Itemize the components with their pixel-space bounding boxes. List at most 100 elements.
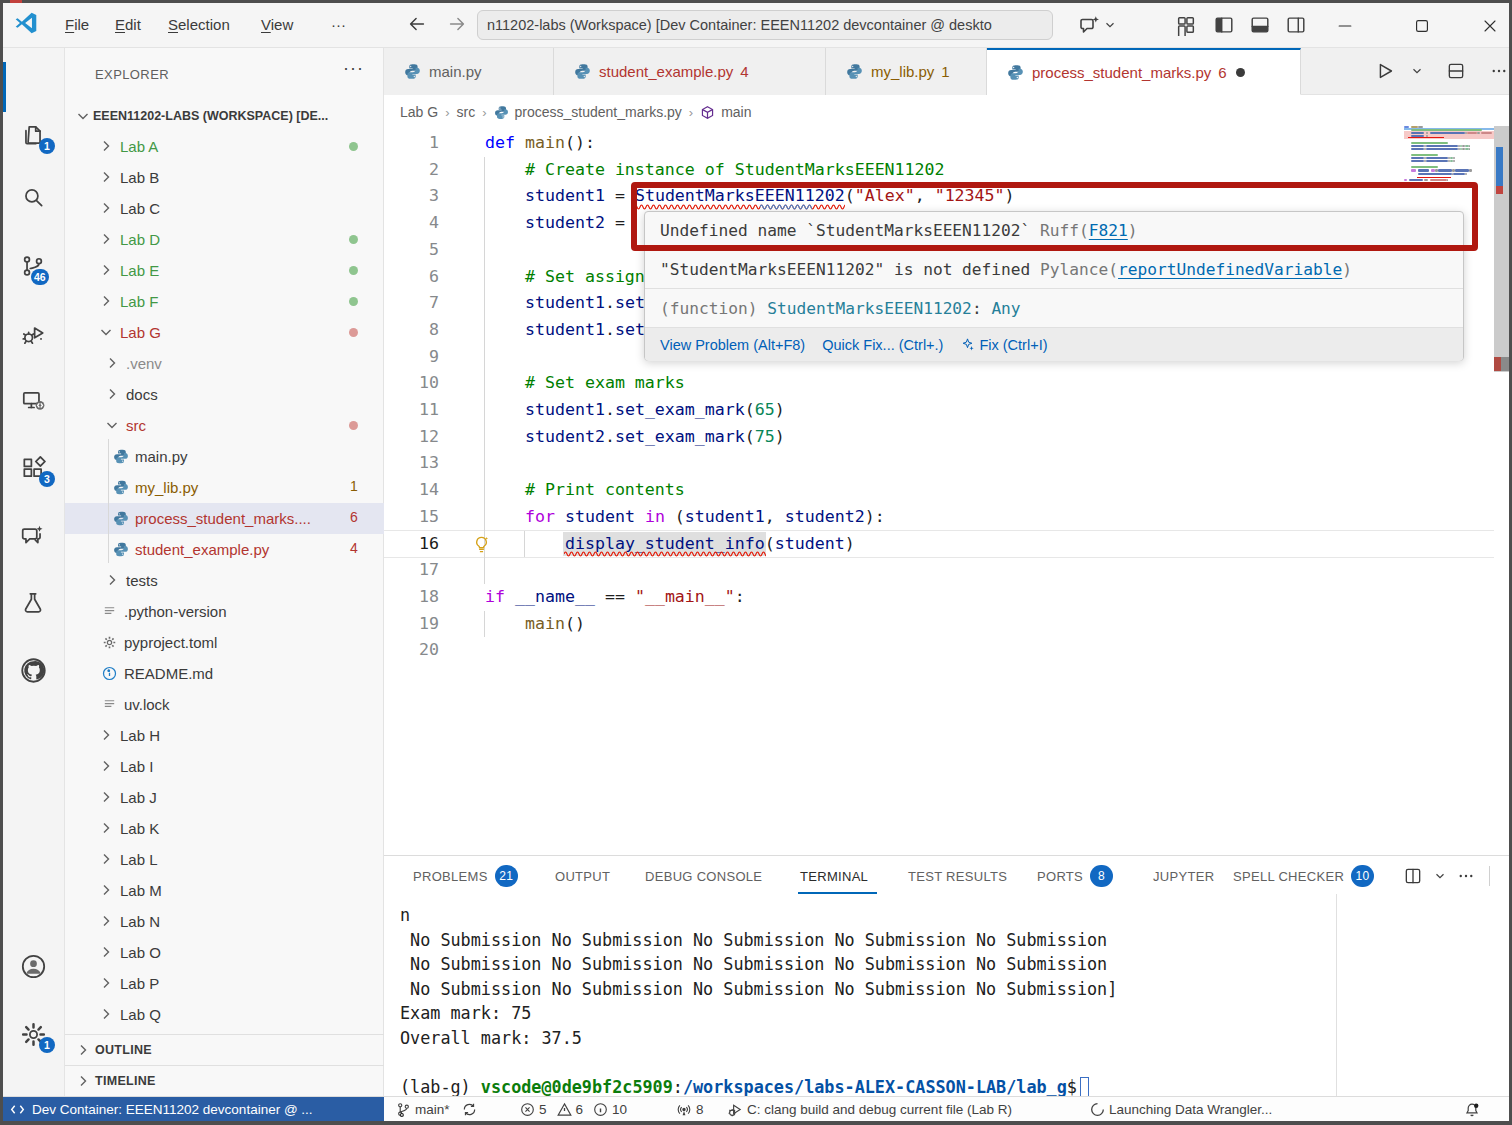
editor-more-actions-icon[interactable] — [1490, 62, 1508, 80]
tree-item-lab-p[interactable]: Lab P — [65, 968, 384, 999]
panel-chevron-icon[interactable] — [1433, 869, 1447, 883]
tab-process_student_marks-py[interactable]: process_student_marks.py6 — [987, 48, 1301, 95]
problem-badge: 6 — [346, 509, 362, 525]
section-timeline[interactable]: TIMELINE — [65, 1065, 384, 1096]
tree-item-lab-l[interactable]: Lab L — [65, 844, 384, 875]
tree-item--python-version[interactable]: .python-version — [65, 596, 384, 627]
tree-item-lab-c[interactable]: Lab C — [65, 193, 384, 224]
tree-item-lab-g[interactable]: Lab G — [65, 317, 384, 348]
ruler-red — [1496, 186, 1503, 194]
quick-fix-lightbulb-icon[interactable] — [472, 535, 491, 554]
run-python-icon[interactable] — [1374, 60, 1396, 82]
tree-item-lab-j[interactable]: Lab J — [65, 782, 384, 813]
tree-item-lab-h[interactable]: Lab H — [65, 720, 384, 751]
minimap-line — [1426, 160, 1448, 162]
tab-main-py[interactable]: main.py — [384, 48, 554, 95]
dirty-indicator — [1236, 68, 1245, 77]
panel-tab-spell-checker[interactable]: SPELL CHECKER10 — [1233, 863, 1374, 889]
window-maximize-button[interactable] — [1408, 12, 1436, 40]
sparkle-icon — [960, 337, 975, 352]
panel-tab-test-results[interactable]: TEST RESULTS — [908, 863, 1007, 889]
tree-item-lab-m[interactable]: Lab M — [65, 875, 384, 906]
notifications-bell[interactable] — [1464, 1097, 1480, 1122]
command-center-search[interactable]: n11202-labs (Workspace) [Dev Container: … — [477, 10, 1053, 40]
tree-root[interactable]: EEEN11202-LABS (WORKSPACE) [DE... — [65, 100, 384, 131]
menu-edit[interactable]: Edit — [115, 16, 141, 33]
tree-item-tests[interactable]: tests — [65, 565, 384, 596]
panel-tab-jupyter[interactable]: JUPYTER — [1153, 863, 1214, 889]
copilot-chevron-icon — [1103, 18, 1127, 42]
window-close-button[interactable] — [1476, 12, 1504, 40]
menu-view[interactable]: View — [261, 16, 293, 33]
minimap-line — [1426, 145, 1458, 147]
section-outline[interactable]: OUTLINE — [65, 1034, 384, 1065]
vscode-logo — [13, 10, 39, 36]
tree-item-lab-k[interactable]: Lab K — [65, 813, 384, 844]
panel-more-icon[interactable] — [1457, 867, 1475, 885]
hover-view-problem-link[interactable]: View Problem (Alt+F8) — [660, 337, 805, 353]
git-branch-status[interactable]: main* — [396, 1097, 450, 1122]
tree-item-src[interactable]: src — [65, 410, 384, 441]
breadcrumb-symbol[interactable]: main — [721, 104, 751, 120]
tree-item-lab-q[interactable]: Lab Q — [65, 999, 384, 1030]
panel-tab-output[interactable]: OUTPUT — [555, 863, 610, 889]
tree-item-main-py[interactable]: main.py — [65, 441, 384, 472]
remote-indicator[interactable]: Dev Container: EEEN11202 devcontainer @ … — [0, 1097, 384, 1122]
menu-file[interactable]: File — [65, 16, 89, 33]
menu-selection[interactable]: Selection — [168, 16, 230, 33]
panel-tab-debug-console[interactable]: DEBUG CONSOLE — [645, 863, 762, 889]
tree-item-lab-i[interactable]: Lab I — [65, 751, 384, 782]
activity-chat[interactable] — [20, 522, 48, 550]
hover-fix-link[interactable]: Fix (Ctrl+I) — [979, 337, 1047, 353]
tree-item-docs[interactable]: docs — [65, 379, 384, 410]
activity-search[interactable] — [20, 184, 48, 212]
breadcrumb-folder[interactable]: src — [456, 104, 475, 120]
split-editor-icon[interactable] — [1446, 61, 1466, 81]
tree-item-lab-a[interactable]: Lab A — [65, 131, 384, 162]
tree-item-lab-b[interactable]: Lab B — [65, 162, 384, 193]
tree-item-lab-o[interactable]: Lab O — [65, 937, 384, 968]
ruler-blue — [1496, 147, 1503, 186]
explorer-more-actions[interactable]: ··· — [343, 58, 364, 79]
tab-my_lib-py[interactable]: my_lib.py1 — [826, 48, 987, 95]
breadcrumb-file[interactable]: process_student_marks.py — [515, 104, 682, 120]
tree-item-uv-lock[interactable]: uv.lock — [65, 689, 384, 720]
ports-status[interactable]: 8 — [676, 1097, 704, 1122]
panel-tab-ports[interactable]: PORTS8 — [1037, 863, 1113, 889]
minimap-line — [1455, 169, 1469, 171]
tree-item-lab-n[interactable]: Lab N — [65, 906, 384, 937]
tree-item-student-example-py[interactable]: student_example.py — [65, 534, 384, 565]
tree-item-lab-d[interactable]: Lab D — [65, 224, 384, 255]
hover-quick-fix-link[interactable]: Quick Fix... (Ctrl+.) — [822, 337, 943, 353]
activity-github[interactable] — [20, 657, 48, 685]
window-minimize-button[interactable] — [1331, 12, 1359, 40]
tree-item--venv[interactable]: .venv — [65, 348, 384, 379]
panel-tab-terminal[interactable]: TERMINAL — [800, 863, 868, 889]
run-dropdown-icon[interactable] — [1410, 64, 1424, 78]
progress-status[interactable]: Launching Data Wrangler... — [1090, 1097, 1272, 1122]
sync-status[interactable] — [462, 1097, 477, 1122]
panel-layout-icon[interactable] — [1403, 866, 1423, 886]
tree-item-lab-f[interactable]: Lab F — [65, 286, 384, 317]
activity-run-debug[interactable] — [20, 321, 48, 349]
breadcrumb[interactable]: Lab G›src›process_student_marks.py›main — [384, 95, 1509, 129]
problems-status[interactable]: 5610 — [520, 1097, 627, 1122]
menu-[interactable]: ··· — [331, 16, 346, 33]
tree-item-lab-e[interactable]: Lab E — [65, 255, 384, 286]
tree-item-my-lib-py[interactable]: my_lib.py — [65, 472, 384, 503]
tab-student_example-py[interactable]: student_example.py4 — [554, 48, 826, 95]
task-status[interactable]: C: clang build and debug current file (L… — [728, 1097, 1012, 1122]
minimap-line — [1465, 173, 1467, 175]
toggle-secondary-sidebar-icon — [1285, 14, 1309, 38]
tree-item-pyproject-toml[interactable]: pyproject.toml — [65, 627, 384, 658]
tree-item-readme-md[interactable]: README.md — [65, 658, 384, 689]
activity-remote-explorer[interactable] — [20, 388, 48, 416]
panel-tab-problems[interactable]: PROBLEMS21 — [413, 863, 518, 889]
git-status-dot — [349, 266, 358, 275]
breadcrumb-folder[interactable]: Lab G — [400, 104, 438, 120]
activity-testing[interactable] — [20, 590, 48, 618]
minimap-line — [1411, 145, 1425, 147]
tree-item-process-student-marks-[interactable]: process_student_marks.... — [65, 503, 384, 534]
activity-account[interactable] — [20, 953, 48, 981]
git-status-dot — [349, 421, 358, 430]
